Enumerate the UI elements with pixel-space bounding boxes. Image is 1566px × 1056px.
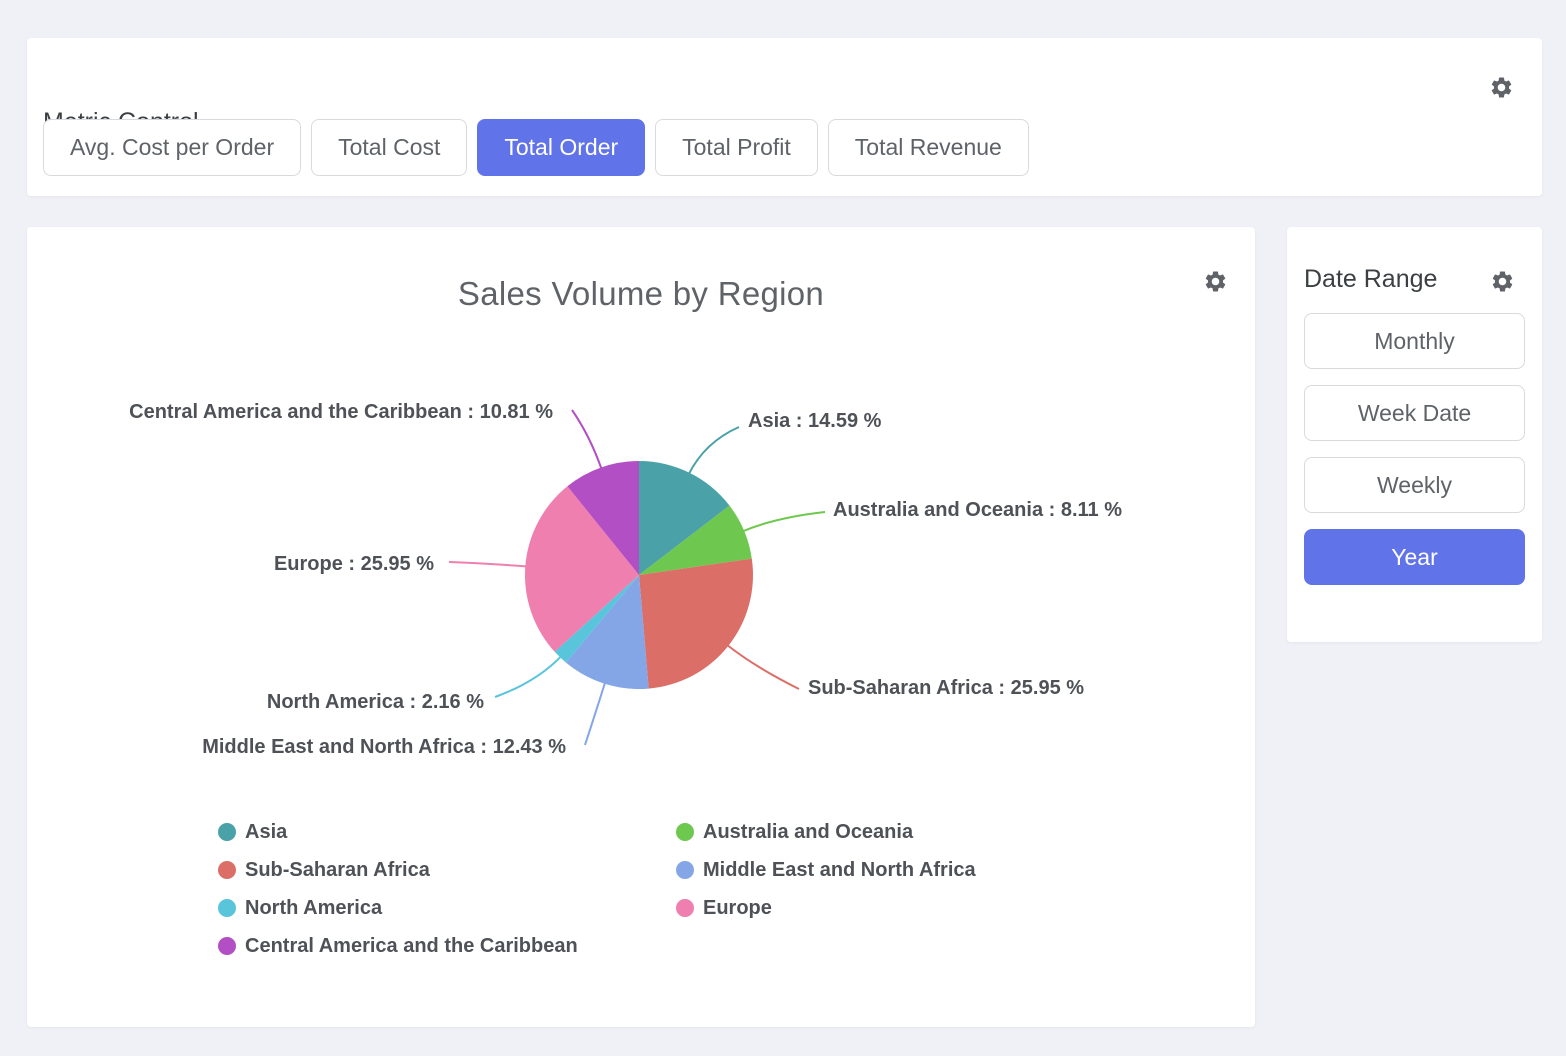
metric-button-avg-cost-per-order[interactable]: Avg. Cost per Order [43, 119, 301, 176]
legend-item-australia-and-oceania[interactable]: Australia and Oceania [676, 821, 976, 844]
slice-label-australia-and-oceania: Australia and Oceania : 8.11 % [833, 496, 1122, 524]
legend-label-sub-saharan-africa: Sub-Saharan Africa [245, 859, 430, 882]
slice-label-asia: Asia : 14.59 % [748, 407, 881, 435]
date-range-panel: Date Range Monthly Week Date Weekly Year [1287, 227, 1542, 642]
sales-volume-chart-card: Sales Volume by Region Asia : 14.59 %Aus… [27, 227, 1255, 1027]
slice-label-europe: Europe : 25.95 % [274, 550, 434, 578]
label-line-central-america-and-the-caribbean [572, 410, 602, 469]
legend-label-central-america-and-the-caribbean: Central America and the Caribbean [245, 935, 578, 958]
legend-dot-asia [218, 823, 236, 841]
legend-dot-australia-and-oceania [676, 823, 694, 841]
legend-dot-sub-saharan-africa [218, 861, 236, 879]
metric-button-total-profit[interactable]: Total Profit [655, 119, 818, 176]
slice-label-middle-east-and-north-africa: Middle East and North Africa : 12.43 % [202, 733, 566, 761]
legend-item-central-america-and-the-caribbean[interactable]: Central America and the Caribbean [218, 935, 676, 958]
metric-button-group: Avg. Cost per OrderTotal CostTotal Order… [43, 119, 1029, 176]
label-line-sub-saharan-africa [727, 645, 799, 689]
date-range-settings-gear-icon[interactable] [1490, 269, 1515, 294]
date-range-button-weekly[interactable]: Weekly [1304, 457, 1525, 513]
label-line-middle-east-and-north-africa [585, 682, 605, 745]
metric-control-panel: Metric Control Avg. Cost per OrderTotal … [27, 38, 1542, 196]
legend-label-asia: Asia [245, 821, 287, 844]
legend-dot-central-america-and-the-caribbean [218, 937, 236, 955]
legend-item-asia[interactable]: Asia [218, 821, 676, 844]
date-range-button-monthly[interactable]: Monthly [1304, 313, 1525, 369]
legend-label-middle-east-and-north-africa: Middle East and North Africa [703, 859, 976, 882]
label-line-europe [449, 562, 527, 567]
metric-settings-gear-icon[interactable] [1489, 75, 1514, 100]
slice-label-sub-saharan-africa: Sub-Saharan Africa : 25.95 % [808, 674, 1084, 702]
date-range-button-group: Monthly Week Date Weekly Year [1304, 313, 1525, 585]
legend-dot-middle-east-and-north-africa [676, 861, 694, 879]
legend-item-middle-east-and-north-africa[interactable]: Middle East and North Africa [676, 859, 976, 882]
metric-button-total-revenue[interactable]: Total Revenue [828, 119, 1029, 176]
label-line-australia-and-oceania [742, 512, 825, 532]
label-line-asia [689, 427, 739, 475]
legend-item-north-america[interactable]: North America [218, 897, 676, 920]
legend-label-europe: Europe [703, 897, 772, 920]
label-line-north-america [495, 656, 562, 697]
chart-legend: Asia Australia and Oceania Sub-Saharan Afr… [218, 813, 976, 965]
legend-dot-europe [676, 899, 694, 917]
legend-dot-north-america [218, 899, 236, 917]
date-range-button-year[interactable]: Year [1304, 529, 1525, 585]
metric-button-total-order[interactable]: Total Order [477, 119, 645, 176]
legend-label-north-america: North America [245, 897, 382, 920]
slice-label-north-america: North America : 2.16 % [267, 688, 484, 716]
legend-item-europe[interactable]: Europe [676, 897, 976, 920]
legend-item-sub-saharan-africa[interactable]: Sub-Saharan Africa [218, 859, 676, 882]
metric-button-total-cost[interactable]: Total Cost [311, 119, 467, 176]
legend-label-australia-and-oceania: Australia and Oceania [703, 821, 913, 844]
slice-label-central-america-and-the-caribbean: Central America and the Caribbean : 10.8… [129, 398, 553, 426]
date-range-title: Date Range [1304, 265, 1437, 294]
date-range-button-week-date[interactable]: Week Date [1304, 385, 1525, 441]
pie-slice-sub-saharan-africa[interactable] [639, 559, 753, 689]
